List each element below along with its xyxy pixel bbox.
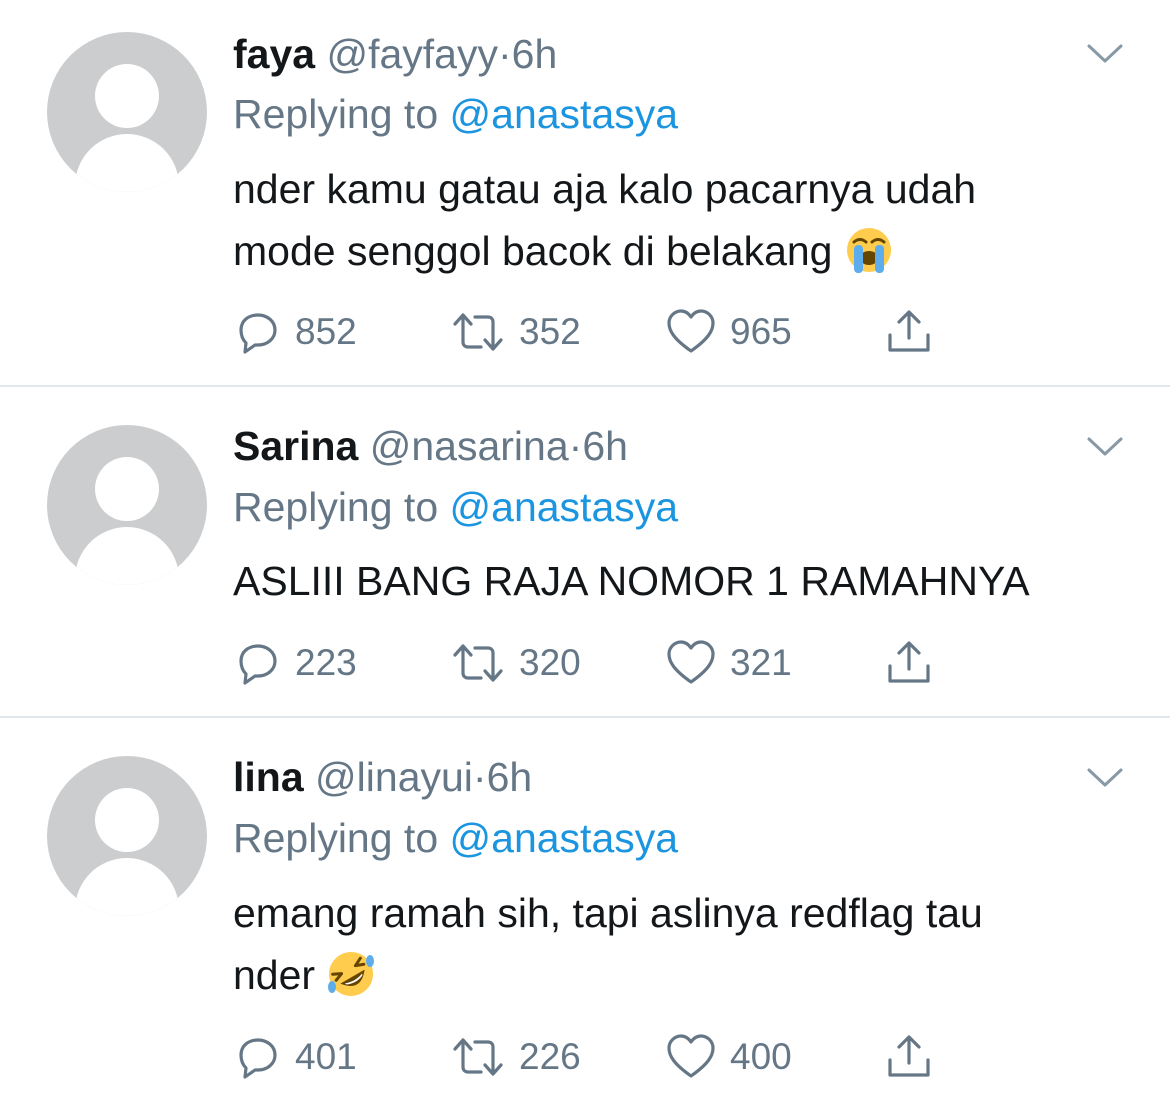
reply-button[interactable]: 852 xyxy=(233,307,357,357)
reply-icon xyxy=(239,1038,277,1079)
share-button[interactable] xyxy=(885,307,933,357)
avatar-body-shape xyxy=(75,527,179,585)
display-name[interactable]: Sarina xyxy=(233,423,358,469)
display-name[interactable]: lina xyxy=(233,754,304,800)
tweet-1[interactable]: faya @fayfayy·6h Replying to @anastasya … xyxy=(0,0,1170,386)
avatar-body-shape xyxy=(75,134,179,192)
like-count: 321 xyxy=(730,642,792,683)
user-handle[interactable]: @fayfayy xyxy=(326,31,498,77)
user-handle[interactable]: @nasarina xyxy=(370,423,569,469)
tweet-text: ASLIII BANG RAJA NOMOR 1 RAMAHNYA xyxy=(233,550,1133,612)
like-button[interactable]: 965 xyxy=(666,307,792,357)
reply-icon xyxy=(239,644,277,685)
tweet-text-line: mode senggol bacok di belakang xyxy=(233,228,833,274)
tweet-actions: 852 352 965 xyxy=(233,307,953,357)
tweet-header: faya @fayfayy·6h xyxy=(233,30,557,78)
retweet-count: 226 xyxy=(519,1036,581,1077)
rolling-on-the-floor-laughing-emoji xyxy=(328,952,375,997)
like-count: 965 xyxy=(730,311,792,352)
share-icon xyxy=(888,641,930,683)
chevron-down-icon[interactable] xyxy=(1086,42,1124,66)
display-name[interactable]: faya xyxy=(233,31,315,77)
reply-count: 852 xyxy=(295,311,357,352)
tweet-text: emang ramah sih, tapi aslinya redflag ta… xyxy=(233,882,1133,1006)
retweet-icon xyxy=(453,1038,503,1076)
reply-icon xyxy=(239,313,277,354)
replying-to: Replying to @anastasya xyxy=(233,90,678,138)
avatar[interactable] xyxy=(47,32,207,192)
timestamp[interactable]: 6h xyxy=(582,423,628,469)
tweet-text-line: nder xyxy=(233,952,316,998)
separator-dot: · xyxy=(472,754,487,800)
retweet-button[interactable]: 320 xyxy=(451,638,581,688)
retweet-button[interactable]: 352 xyxy=(451,307,581,357)
reply-count: 401 xyxy=(295,1036,357,1077)
tweet-text-line-with-emoji: mode senggol bacok di belakang xyxy=(233,220,1133,282)
replying-label: Replying to xyxy=(233,484,439,530)
like-icon xyxy=(667,1034,715,1078)
like-button[interactable]: 400 xyxy=(666,1032,792,1082)
retweet-icon xyxy=(453,313,503,351)
share-icon xyxy=(888,310,930,352)
like-button[interactable]: 321 xyxy=(666,638,792,688)
retweet-count: 352 xyxy=(519,311,581,352)
retweet-icon xyxy=(453,644,503,682)
replying-label: Replying to xyxy=(233,815,439,861)
like-count: 400 xyxy=(730,1036,792,1077)
retweet-count: 320 xyxy=(519,642,581,683)
tweet-2[interactable]: Sarina @nasarina·6h Replying to @anastas… xyxy=(0,387,1170,716)
avatar[interactable] xyxy=(47,425,207,585)
like-icon xyxy=(667,309,715,353)
replying-to: Replying to @anastasya xyxy=(233,814,678,862)
tweet-3[interactable]: lina @linayui·6h Replying to @anastasya … xyxy=(0,718,1170,1102)
loudly-crying-face-emoji xyxy=(846,228,891,274)
tweet-text-line-with-emoji: nder xyxy=(233,944,1133,1006)
tweet-header: Sarina @nasarina·6h xyxy=(233,422,628,470)
chevron-down-icon[interactable] xyxy=(1086,435,1124,459)
replying-label: Replying to xyxy=(233,91,439,137)
tweet-text-line: nder kamu gatau aja kalo pacarnya udah xyxy=(233,166,977,212)
separator-dot: · xyxy=(568,423,583,469)
like-icon xyxy=(667,640,715,684)
replying-mention-link[interactable]: @anastasya xyxy=(450,484,679,530)
avatar-body-shape xyxy=(75,858,179,916)
chevron-down-icon[interactable] xyxy=(1086,766,1124,790)
replying-mention-link[interactable]: @anastasya xyxy=(450,91,679,137)
share-button[interactable] xyxy=(885,1032,933,1082)
tweet-text: nder kamu gatau aja kalo pacarnya udah m… xyxy=(233,158,1133,282)
timestamp[interactable]: 6h xyxy=(487,754,533,800)
avatar-head-shape xyxy=(95,457,159,521)
user-handle[interactable]: @linayui xyxy=(315,754,473,800)
reply-count: 223 xyxy=(295,642,357,683)
replying-mention-link[interactable]: @anastasya xyxy=(450,815,679,861)
avatar-head-shape xyxy=(95,64,159,128)
avatar-head-shape xyxy=(95,788,159,852)
retweet-button[interactable]: 226 xyxy=(451,1032,581,1082)
tweet-header: lina @linayui·6h xyxy=(233,753,532,801)
avatar[interactable] xyxy=(47,756,207,916)
replying-to: Replying to @anastasya xyxy=(233,483,678,531)
reply-button[interactable]: 401 xyxy=(233,1032,357,1082)
share-icon xyxy=(888,1035,930,1077)
reply-button[interactable]: 223 xyxy=(233,638,357,688)
share-button[interactable] xyxy=(885,638,933,688)
tweet-actions: 223 320 321 xyxy=(233,638,953,688)
separator-dot: · xyxy=(497,31,512,77)
timestamp[interactable]: 6h xyxy=(512,31,558,77)
tweet-text-line: emang ramah sih, tapi aslinya redflag ta… xyxy=(233,890,983,936)
tweet-text-line: ASLIII BANG RAJA NOMOR 1 RAMAHNYA xyxy=(233,558,1030,604)
tweet-actions: 401 226 400 xyxy=(233,1032,953,1082)
